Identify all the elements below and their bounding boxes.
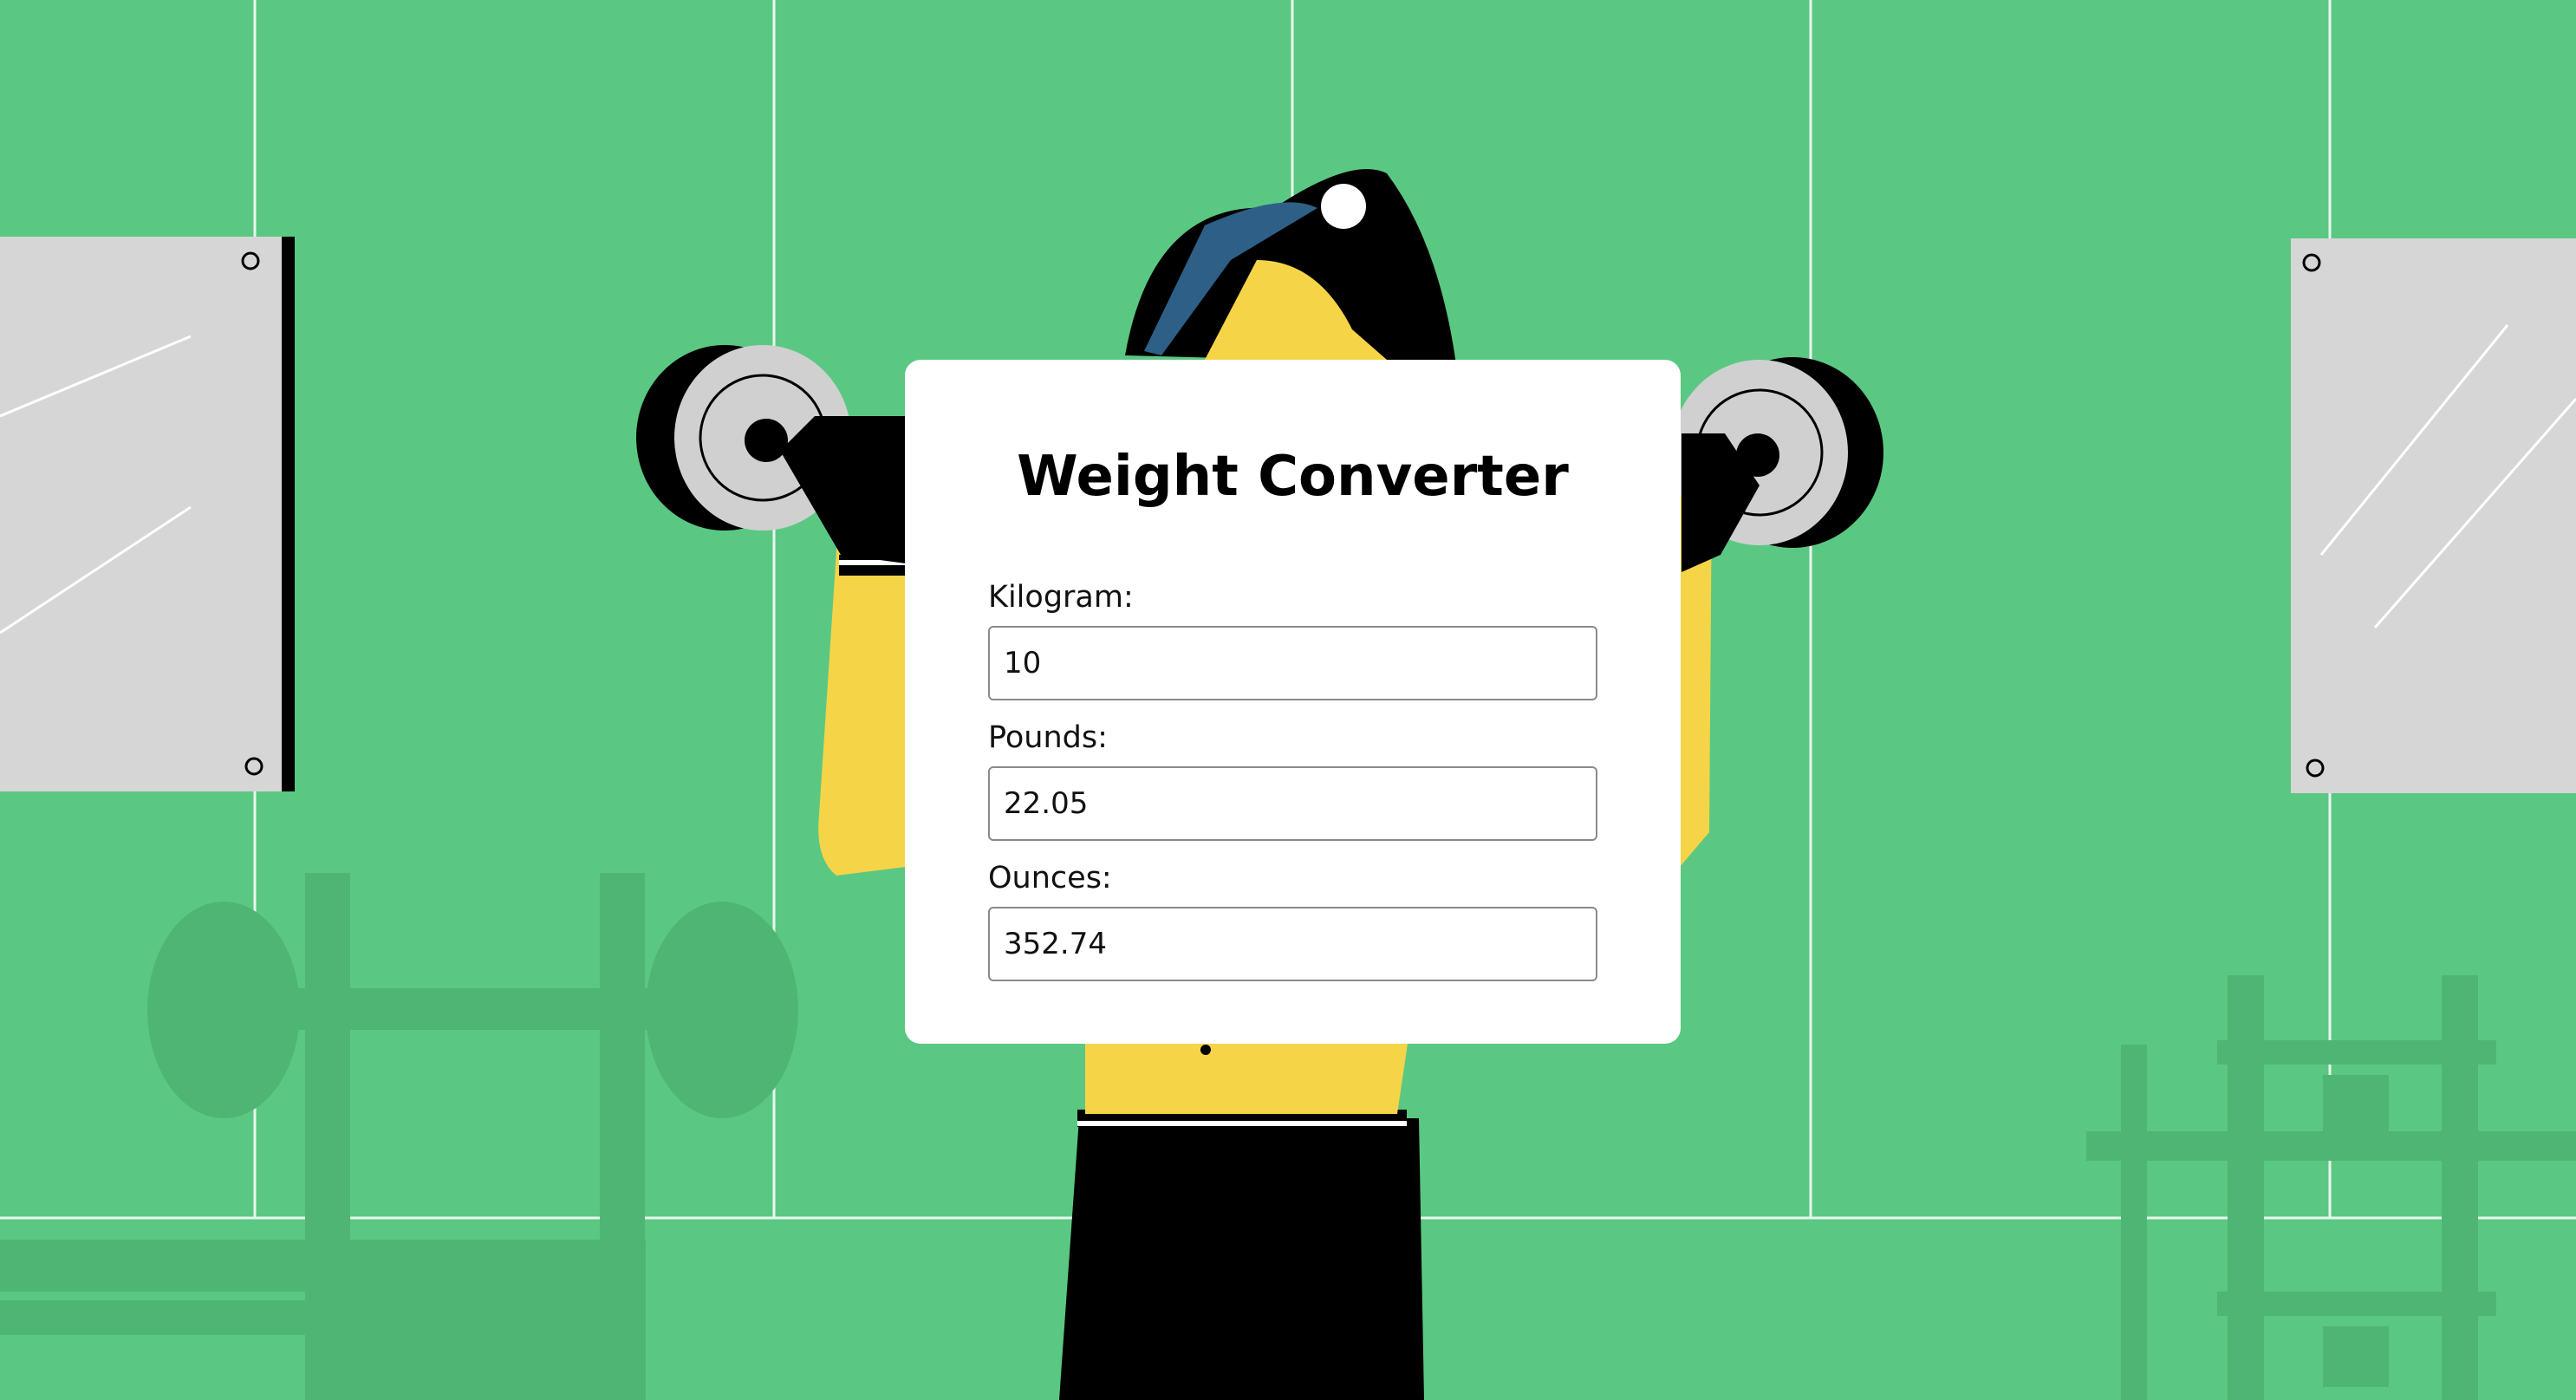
kilogram-input[interactable]	[988, 626, 1597, 700]
right-wall-poster	[2291, 238, 2576, 793]
converter-card: Weight Converter Kilogram: Pounds: Ounce…	[905, 360, 1681, 1044]
left-wall-poster	[0, 237, 295, 791]
ounces-input[interactable]	[988, 907, 1597, 981]
pounds-input[interactable]	[988, 766, 1597, 841]
kilogram-label: Kilogram:	[988, 580, 1134, 615]
ounces-label: Ounces:	[988, 861, 1112, 895]
page-title: Weight Converter	[1017, 445, 1569, 509]
pounds-label: Pounds:	[988, 720, 1108, 755]
